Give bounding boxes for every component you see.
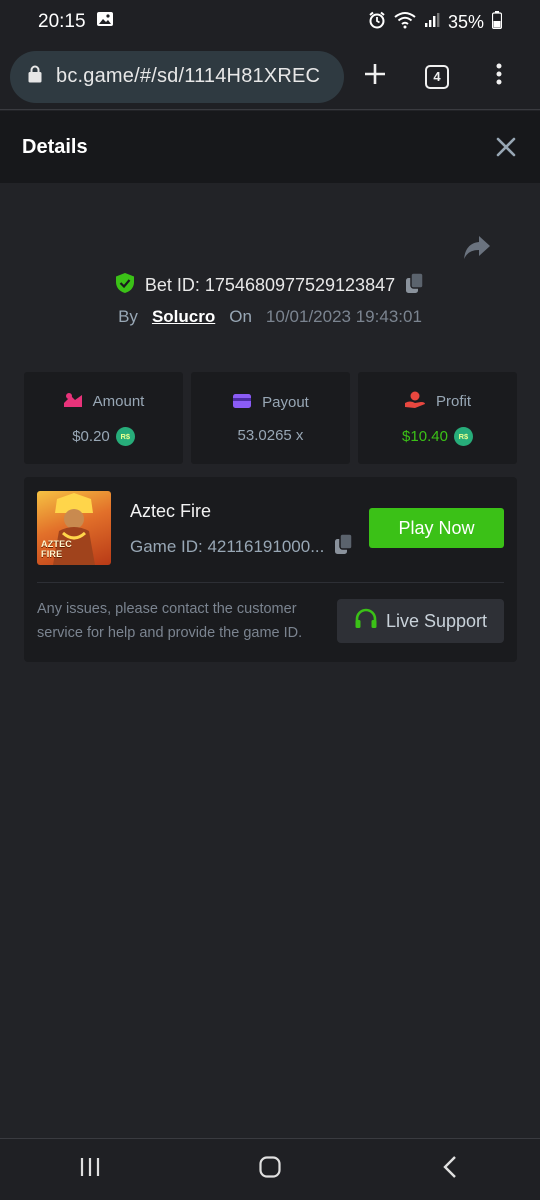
lock-icon	[28, 65, 42, 88]
bet-date: 10/01/2023 19:43:01	[265, 307, 422, 326]
home-button[interactable]	[240, 1145, 300, 1195]
back-chevron-icon	[443, 1155, 457, 1184]
bet-id-row: Bet ID: 1754680977529123847	[0, 270, 540, 300]
bet-id: Bet ID: 1754680977529123847	[144, 274, 396, 295]
divider	[37, 582, 504, 583]
details-header: Details	[0, 111, 540, 183]
copy-icon	[335, 533, 354, 554]
share-icon	[462, 236, 492, 266]
copy-bet-id-button[interactable]	[405, 271, 425, 299]
profit-value: $10.40	[402, 427, 448, 445]
battery-icon	[491, 10, 503, 34]
profit-label: Profit	[435, 393, 471, 410]
bet-meta-row: By Solucro On 10/01/2023 19:43:01	[0, 304, 540, 330]
profit-hand-icon	[404, 391, 426, 413]
alarm-icon	[368, 11, 386, 34]
url-bar[interactable]: bc.game/#/sd/1114H81XREC	[10, 50, 344, 103]
play-now-button[interactable]: Play Now	[369, 508, 504, 548]
verified-shield-icon	[115, 272, 135, 299]
player-username-link[interactable]: Solucro	[152, 307, 215, 327]
payout-label: Payout	[262, 394, 309, 411]
amount-card: Amount $0.20 R$	[24, 372, 183, 464]
amount-value: $0.20	[72, 427, 110, 445]
image-icon	[96, 11, 114, 33]
currency-coin-icon: R$	[115, 426, 135, 446]
wifi-icon	[394, 11, 416, 34]
system-nav-bar	[0, 1138, 540, 1200]
profit-card: Profit $10.40 R$	[358, 372, 517, 464]
currency-coin-icon: R$	[453, 426, 473, 446]
browser-toolbar: bc.game/#/sd/1114H81XREC 4	[0, 44, 540, 110]
status-time: 20:15	[38, 11, 86, 32]
plus-icon	[364, 63, 386, 90]
close-button[interactable]	[494, 135, 518, 159]
amount-label: Amount	[92, 393, 145, 410]
browser-menu-button[interactable]	[468, 51, 530, 103]
status-bar: 20:15 35%	[0, 0, 540, 44]
signal-icon	[424, 12, 440, 33]
recent-apps-icon	[79, 1157, 101, 1182]
on-label: On	[229, 307, 252, 326]
tabs-button[interactable]: 4	[406, 51, 468, 103]
new-tab-button[interactable]	[344, 51, 406, 103]
live-support-button[interactable]: Live Support	[337, 599, 504, 643]
tab-count: 4	[425, 64, 449, 89]
home-icon	[259, 1156, 281, 1183]
live-support-label: Live Support	[385, 610, 488, 631]
back-button[interactable]	[420, 1145, 480, 1195]
battery-percent: 35%	[447, 11, 484, 32]
payout-card: Payout 53.0265 x	[191, 372, 350, 464]
copy-game-id-button[interactable]	[334, 533, 354, 560]
game-card: AZTEC FIRE Aztec Fire Game ID: 421161910…	[24, 477, 517, 662]
copy-icon	[406, 271, 424, 293]
payout-card-icon	[232, 393, 252, 413]
payout-value: 53.0265 x	[237, 426, 304, 444]
headset-icon	[354, 608, 378, 635]
bet-stats: Amount $0.20 R$ Payout 53.0265 x Profit …	[24, 372, 517, 464]
recent-apps-button[interactable]	[60, 1145, 120, 1195]
game-thumbnail[interactable]: AZTEC FIRE	[37, 491, 111, 565]
url-text: bc.game/#/sd/1114H81XREC	[56, 65, 321, 87]
menu-dots-icon	[496, 63, 502, 90]
amount-icon	[63, 391, 83, 413]
page-title: Details	[22, 135, 88, 158]
close-icon	[494, 137, 518, 163]
share-button[interactable]	[462, 234, 492, 262]
game-id: Game ID: 42116191000...	[130, 536, 325, 556]
thumbnail-title: AZTEC FIRE	[41, 539, 72, 559]
support-message: Any issues, please contact the customer …	[37, 601, 303, 641]
by-label: By	[118, 307, 138, 326]
game-name[interactable]: Aztec Fire	[130, 501, 211, 522]
